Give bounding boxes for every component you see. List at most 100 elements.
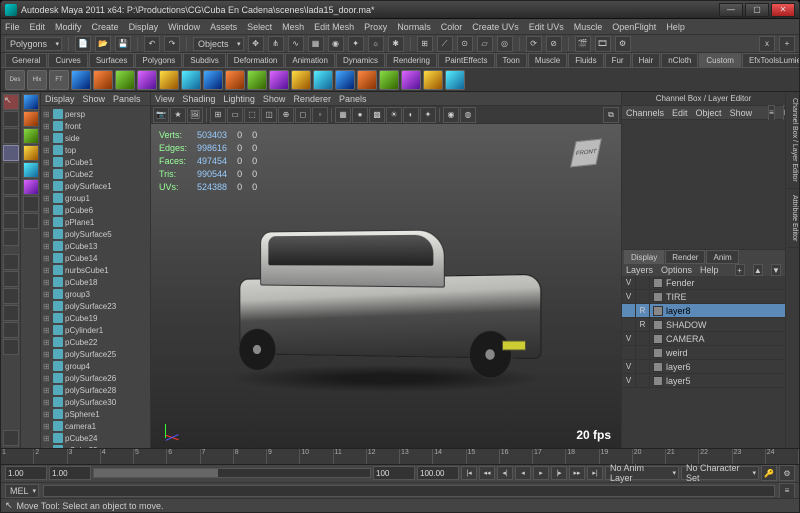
layer-vis-toggle[interactable]: V (622, 276, 636, 290)
vp-grid-icon[interactable]: ⊞ (210, 107, 226, 123)
shelf-tab-deformation[interactable]: Deformation (227, 53, 285, 67)
layer-vis-toggle[interactable]: V (622, 374, 636, 388)
redo-icon[interactable]: ↷ (164, 36, 180, 52)
menu-muscle[interactable]: Muscle (574, 22, 603, 32)
vp-field-chart-icon[interactable]: ⊕ (278, 107, 294, 123)
shelf-tab-animation[interactable]: Animation (285, 53, 335, 67)
layer-color-swatch[interactable] (653, 278, 663, 288)
soft-mod-tool[interactable] (3, 213, 19, 229)
outliner-item[interactable]: ⊞polySurface1 (43, 180, 148, 192)
snap-curve-icon[interactable]: ⟋ (437, 36, 453, 52)
cb-menu-show[interactable]: Show (730, 108, 753, 118)
vp-resolution-gate-icon[interactable]: ⬚ (244, 107, 260, 123)
file-save-icon[interactable]: 💾 (115, 36, 131, 52)
layer-type-toggle[interactable] (636, 346, 650, 360)
script-editor-icon[interactable]: ≡ (779, 483, 795, 499)
shelf-item-0[interactable] (71, 70, 91, 90)
input-abs-icon[interactable]: x (759, 36, 775, 52)
select-by-type[interactable]: Objects (193, 37, 244, 51)
vp-safe-action-icon[interactable]: ◻ (295, 107, 311, 123)
mode-selector[interactable]: Polygons (5, 37, 62, 51)
shelf-tab-ncloth[interactable]: nCloth (661, 53, 698, 67)
outliner-menu-panels[interactable]: Panels (113, 94, 141, 104)
quick-layout-3[interactable] (23, 128, 39, 144)
step-back-button[interactable]: ◂◂ (479, 466, 495, 480)
layout-two-side[interactable] (3, 288, 19, 304)
prev-key-button[interactable]: ◂| (497, 466, 513, 480)
manip-tool[interactable] (3, 196, 19, 212)
outliner-item[interactable]: ⊞pCube24 (43, 432, 148, 444)
auto-key-button[interactable]: 🔑 (761, 465, 777, 481)
sidebar-tab-channelboxlayereditor[interactable]: Channel Box / Layer Editor (786, 92, 799, 189)
quick-layout-5[interactable] (23, 162, 39, 178)
shelf-item-10[interactable] (291, 70, 311, 90)
layer-menu-options[interactable]: Options (661, 265, 692, 275)
layer-vis-toggle[interactable]: V (622, 332, 636, 346)
shelf-tab-surfaces[interactable]: Surfaces (89, 53, 135, 67)
layer-menu-layers[interactable]: Layers (626, 265, 653, 275)
layer-row[interactable]: RSHADOW (622, 318, 785, 332)
cb-menu-object[interactable]: Object (696, 108, 722, 118)
next-key-button[interactable]: |▸ (551, 466, 567, 480)
layer-color-swatch[interactable] (653, 292, 663, 302)
shelf-item-5[interactable] (181, 70, 201, 90)
move-tool[interactable] (3, 145, 19, 161)
shelf-tab-fur[interactable]: Fur (605, 53, 631, 67)
paint-select-tool[interactable] (3, 128, 19, 144)
layer-up-icon[interactable]: ▲ (753, 264, 763, 276)
vp-menu-shading[interactable]: Shading (182, 94, 215, 104)
shelf-tab-subdivs[interactable]: Subdivs (183, 53, 225, 67)
vp-menu-view[interactable]: View (155, 94, 174, 104)
menu-assets[interactable]: Assets (210, 22, 237, 32)
cb-menu-edit[interactable]: Edit (672, 108, 688, 118)
layout-four[interactable] (3, 271, 19, 287)
layout-persp-outliner[interactable] (3, 339, 19, 355)
outliner-item[interactable]: ⊞polySurface28 (43, 384, 148, 396)
cb-menu-channels[interactable]: Channels (626, 108, 664, 118)
vp-shaded-icon[interactable]: ● (352, 107, 368, 123)
menu-create[interactable]: Create (92, 22, 119, 32)
menu-mesh[interactable]: Mesh (282, 22, 304, 32)
quick-layout-6[interactable] (23, 179, 39, 195)
outliner-item[interactable]: ⊞pCube14 (43, 252, 148, 264)
shelf-tab-curves[interactable]: Curves (48, 53, 87, 67)
outliner-item[interactable]: ⊞pCube22 (43, 336, 148, 348)
outliner-item[interactable]: ⊞camera1 (43, 420, 148, 432)
quick-layout-7[interactable] (23, 196, 39, 212)
menu-edituvs[interactable]: Edit UVs (529, 22, 564, 32)
select-misc-icon[interactable]: ✱ (388, 36, 404, 52)
outliner-item[interactable]: ⊞group1 (43, 192, 148, 204)
sidebar-tab-attributeeditor[interactable]: Attribute Editor (786, 189, 799, 248)
shelf-item-7[interactable] (225, 70, 245, 90)
outliner-item[interactable]: ⊞polySurface30 (43, 396, 148, 408)
vp-safe-title-icon[interactable]: ▫ (312, 107, 328, 123)
maximize-button[interactable]: ▢ (745, 3, 769, 17)
vp-renderer-icon[interactable]: ⧉ (603, 107, 619, 123)
layer-vis-toggle[interactable] (622, 346, 636, 360)
layer-new-icon[interactable]: + (735, 264, 745, 276)
layer-color-swatch[interactable] (653, 320, 663, 330)
snap-point-icon[interactable]: ⊙ (457, 36, 473, 52)
shelf-tab-dynamics[interactable]: Dynamics (336, 53, 385, 67)
select-surface-icon[interactable]: ▦ (308, 36, 324, 52)
shelf-item-ft[interactable]: FT (49, 70, 69, 90)
menu-openflight[interactable]: OpenFlight (612, 22, 656, 32)
shelf-item-12[interactable] (335, 70, 355, 90)
layer-menu-help[interactable]: Help (700, 265, 719, 275)
menu-proxy[interactable]: Proxy (364, 22, 387, 32)
layer-type-toggle[interactable] (636, 374, 650, 388)
shelf-tab-painteffects[interactable]: PaintEffects (438, 53, 495, 67)
outliner-item[interactable]: ⊞group4 (43, 360, 148, 372)
vp-menu-lighting[interactable]: Lighting (223, 94, 255, 104)
vp-isolate-icon[interactable]: ◉ (443, 107, 459, 123)
range-start-field[interactable] (5, 466, 47, 480)
vp-xray-icon[interactable]: ◍ (460, 107, 476, 123)
layer-color-swatch[interactable] (653, 362, 663, 372)
vp-shadows-icon[interactable]: ◐ (403, 107, 419, 123)
layer-tab-anim[interactable]: Anim (706, 250, 738, 264)
shelf-item-des[interactable]: Des (5, 70, 25, 90)
layer-type-toggle[interactable] (636, 276, 650, 290)
vp-bookmark-icon[interactable]: ★ (170, 107, 186, 123)
outliner-item[interactable]: ⊞pPlane1 (43, 216, 148, 228)
render-settings-icon[interactable]: ⚙ (615, 36, 631, 52)
